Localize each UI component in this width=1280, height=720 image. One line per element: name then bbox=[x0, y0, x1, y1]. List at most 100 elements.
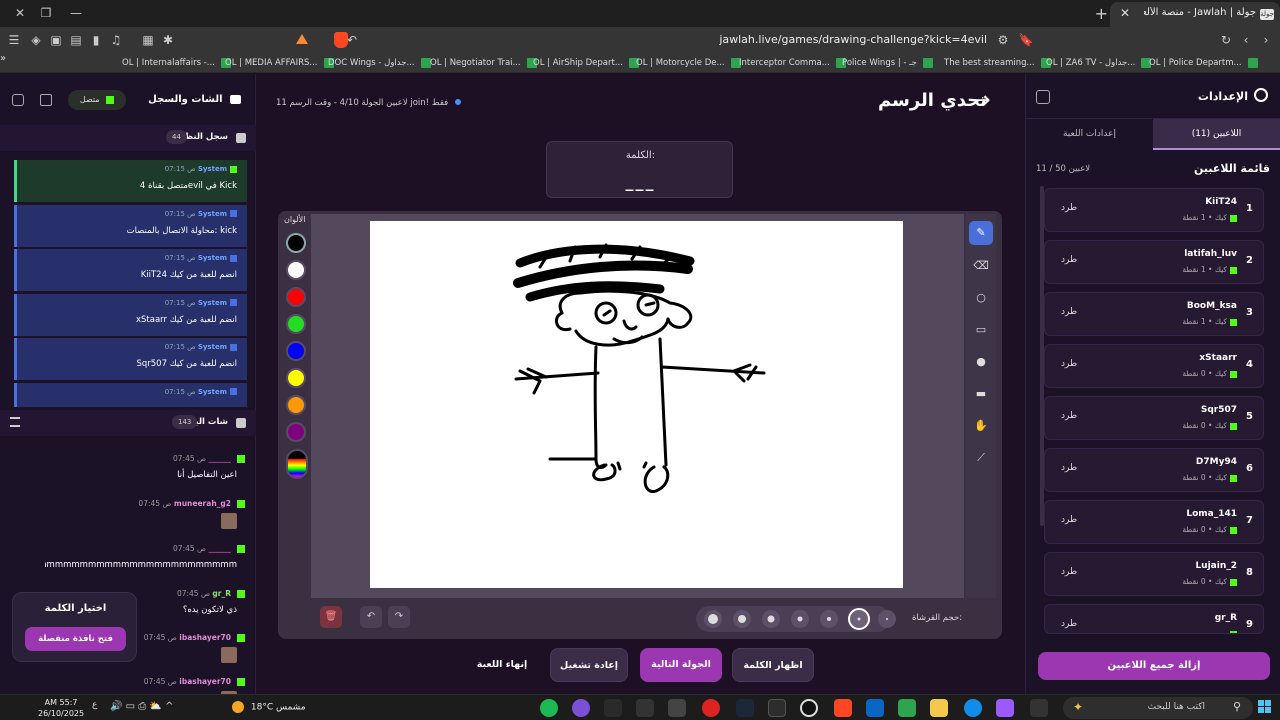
kick-player-button[interactable]: طرد bbox=[1061, 255, 1077, 265]
forward-icon[interactable]: ‹ bbox=[1238, 32, 1254, 48]
bookmark-item[interactable]: OL | ZA6 TV - جداول... bbox=[1046, 56, 1152, 70]
collapse-chat-icon[interactable] bbox=[12, 94, 24, 106]
filter-icon[interactable] bbox=[10, 417, 20, 427]
clear-canvas-icon[interactable]: 🗑 bbox=[320, 606, 342, 628]
language-indicator[interactable]: ع bbox=[92, 700, 97, 710]
bookmark-item[interactable]: OL | Motorcycle De... bbox=[636, 56, 741, 70]
pencil-tool-icon[interactable]: ✎ bbox=[969, 221, 993, 245]
start-icon[interactable] bbox=[1258, 700, 1272, 714]
app-icon[interactable] bbox=[768, 699, 786, 717]
bookmark-item[interactable]: Interceptor Comma... bbox=[739, 56, 846, 70]
live-chat-header[interactable]: شات البث 143 bbox=[0, 410, 256, 436]
redo-icon[interactable]: ↷ bbox=[388, 606, 410, 628]
message-username[interactable]: gr_R bbox=[212, 589, 231, 598]
undo-icon[interactable]: ↶ bbox=[360, 606, 382, 628]
brave-icon[interactable] bbox=[834, 699, 852, 717]
tray-icons[interactable]: 🔊 ▭ ⎙ ⛅ ^ bbox=[110, 701, 173, 712]
app-icon[interactable] bbox=[866, 699, 884, 717]
color-swatch[interactable] bbox=[286, 233, 306, 253]
bookmark-item[interactable]: OL | MEDIA AFFAIRS... bbox=[225, 56, 334, 70]
bookmark-item[interactable]: DOC Wings - جداول... bbox=[328, 56, 431, 70]
kick-player-button[interactable]: طرد bbox=[1061, 619, 1077, 629]
app-icon[interactable] bbox=[702, 699, 720, 717]
filled-rectangle-tool-icon[interactable]: ▬ bbox=[969, 382, 993, 406]
kick-player-button[interactable]: طرد bbox=[1061, 567, 1077, 577]
color-swatch[interactable] bbox=[286, 422, 306, 442]
brush-size-option[interactable] bbox=[791, 610, 809, 628]
kick-player-button[interactable]: طرد bbox=[1061, 463, 1077, 473]
copilot-icon[interactable] bbox=[996, 699, 1014, 717]
steam-icon[interactable] bbox=[736, 699, 754, 717]
shield-icon[interactable]: ◈ bbox=[28, 32, 44, 48]
file-explorer-icon[interactable] bbox=[930, 699, 948, 717]
trash-icon[interactable] bbox=[40, 94, 52, 106]
bookmark-item[interactable]: OL | Negotiator Trai... bbox=[430, 56, 537, 70]
url-bar[interactable]: ↶ jawlah.live/games/drawing-challenge?ki… bbox=[296, 29, 1035, 51]
back-icon[interactable]: › bbox=[1258, 32, 1274, 48]
brush-size-option[interactable] bbox=[704, 610, 722, 628]
close-window-icon[interactable]: ✕ bbox=[12, 4, 28, 22]
app-icon[interactable] bbox=[800, 699, 818, 717]
news-icon[interactable]: ▤ bbox=[68, 32, 84, 48]
next-round-button[interactable]: الجولة التالية bbox=[640, 648, 722, 682]
tab-game-settings[interactable]: إعدادات اللعبة bbox=[1026, 119, 1153, 150]
system-log-header[interactable]: سجل النظام 44 bbox=[0, 125, 256, 151]
bookmark-item[interactable]: OL | Internalaffairs -... bbox=[122, 56, 231, 70]
message-username[interactable]: ibashayer70 bbox=[179, 677, 231, 686]
kick-player-button[interactable]: طرد bbox=[1061, 515, 1077, 525]
brush-size-option-selected[interactable] bbox=[848, 608, 870, 630]
tab-close-icon[interactable]: ✕ bbox=[1120, 6, 1130, 20]
kick-player-button[interactable]: طرد bbox=[1061, 307, 1077, 317]
brush-size-option[interactable] bbox=[733, 610, 751, 628]
message-username[interactable]: ______ bbox=[209, 544, 232, 553]
collapse-sidebar-icon[interactable] bbox=[1036, 90, 1050, 104]
site-settings-icon[interactable]: ⚙ bbox=[995, 32, 1011, 48]
brush-size-option[interactable] bbox=[762, 610, 780, 628]
color-swatch[interactable] bbox=[286, 395, 306, 415]
app-icon[interactable] bbox=[636, 699, 654, 717]
wallet-icon[interactable]: ▣ bbox=[48, 32, 64, 48]
music-icon[interactable]: ♫ bbox=[108, 32, 124, 48]
brush-size-option[interactable] bbox=[878, 610, 896, 628]
brave-rewards-icon[interactable] bbox=[296, 34, 308, 44]
bookmark-item[interactable]: Police Wings | - جـ bbox=[842, 56, 933, 70]
brush-size-option[interactable] bbox=[820, 610, 838, 628]
end-game-button[interactable]: إنهاء اللعبة bbox=[470, 648, 534, 682]
taskbar-search[interactable]: ✦ اكتب هنا للبحث ⚲ bbox=[1063, 697, 1253, 719]
color-swatch[interactable] bbox=[286, 314, 306, 334]
color-swatch[interactable] bbox=[286, 260, 306, 280]
circle-tool-icon[interactable]: ○ bbox=[969, 286, 993, 310]
kick-player-button[interactable]: طرد bbox=[1061, 411, 1077, 421]
spotify-icon[interactable] bbox=[540, 699, 558, 717]
color-swatch[interactable] bbox=[286, 341, 306, 361]
open-popup-button[interactable]: فتح نافذة منفصلة bbox=[25, 627, 126, 651]
clock[interactable]: AM 55:7 26/10/2025 bbox=[38, 697, 84, 719]
reveal-word-button[interactable]: اظهار الكلمة bbox=[732, 648, 814, 682]
app-icon[interactable] bbox=[898, 699, 916, 717]
share-icon[interactable]: ↶ bbox=[344, 32, 360, 48]
tab-players[interactable]: اللاعبين (11) bbox=[1153, 119, 1280, 150]
reload-icon[interactable]: ↻ bbox=[1218, 32, 1234, 48]
kick-player-button[interactable]: طرد bbox=[1061, 203, 1077, 213]
bookmark-icon[interactable]: 🔖 bbox=[1018, 32, 1034, 48]
browser-tab[interactable]: ✕ جولة | Jawlah - منصة الألعاب التفا جول… bbox=[1110, 2, 1280, 27]
bookmark-item[interactable]: The best streaming... bbox=[944, 56, 1051, 70]
app-icon[interactable] bbox=[668, 699, 686, 717]
drawing-canvas[interactable] bbox=[370, 221, 903, 588]
rectangle-tool-icon[interactable]: ▭ bbox=[969, 318, 993, 342]
remove-all-players-button[interactable]: إزالة جميع اللاعبين bbox=[1038, 652, 1270, 680]
app-icon[interactable] bbox=[604, 699, 622, 717]
restart-button[interactable]: إعادة تشغيل bbox=[550, 648, 628, 682]
extensions-icon[interactable]: ✱ bbox=[160, 32, 176, 48]
hand-tool-icon[interactable]: ✋ bbox=[969, 414, 993, 438]
task-view-icon[interactable] bbox=[1030, 699, 1048, 717]
edge-icon[interactable] bbox=[964, 699, 982, 717]
line-tool-icon[interactable]: ⟋ bbox=[969, 446, 993, 470]
kick-player-button[interactable]: طرد bbox=[1061, 359, 1077, 369]
app-icon[interactable] bbox=[572, 699, 590, 717]
menu-icon[interactable]: ☰ bbox=[6, 32, 22, 48]
color-swatch[interactable] bbox=[286, 287, 306, 307]
new-tab-icon[interactable]: + bbox=[1095, 4, 1108, 23]
eraser-tool-icon[interactable]: ⌫ bbox=[969, 254, 993, 278]
filled-circle-tool-icon[interactable]: ● bbox=[969, 350, 993, 374]
